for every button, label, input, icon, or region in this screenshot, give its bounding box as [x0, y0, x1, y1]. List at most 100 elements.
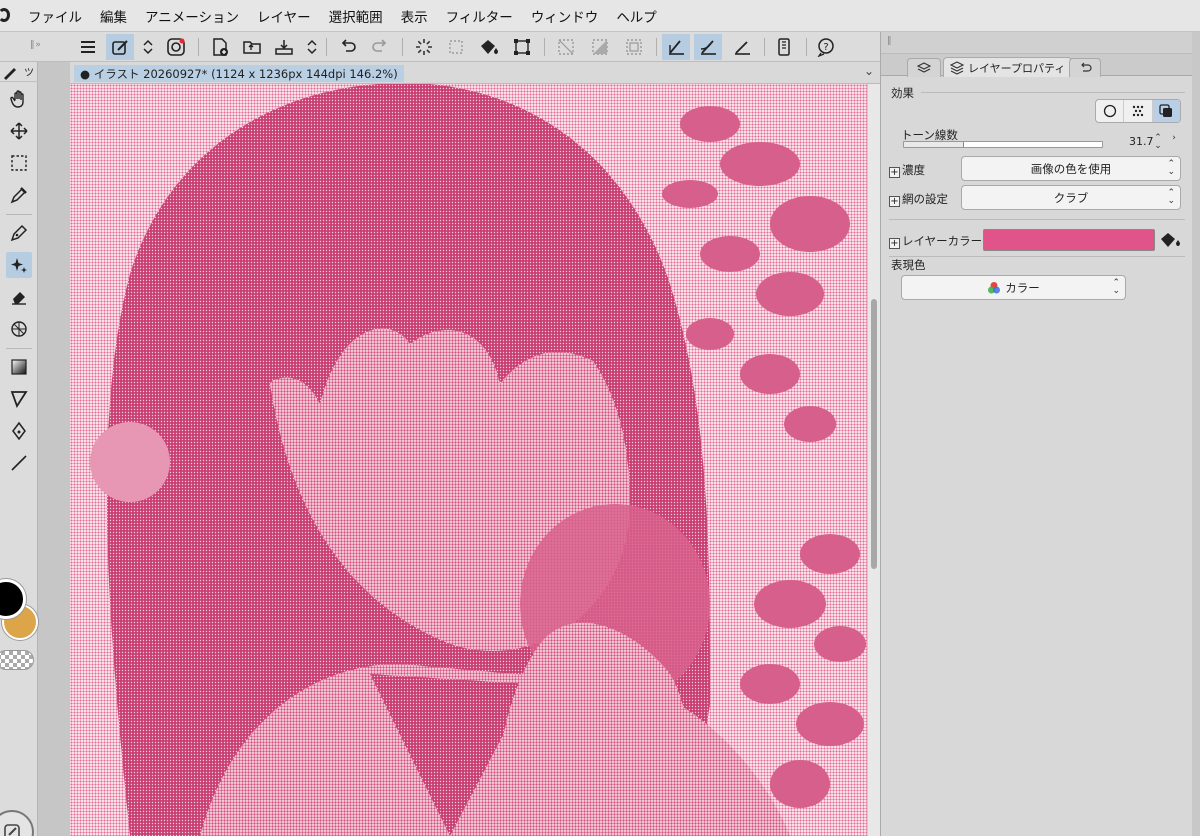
selection-border-icon[interactable] [620, 34, 648, 60]
grid-snap-icon[interactable] [728, 34, 756, 60]
tab-history[interactable] [1069, 58, 1101, 77]
panel-scrollbar[interactable] [1192, 32, 1200, 836]
screen-row: + 網の設定 [889, 191, 948, 207]
sparkle-decoration-icon[interactable] [6, 252, 32, 278]
crop-icon[interactable] [552, 34, 580, 60]
layer-color-icon [1159, 104, 1173, 117]
new-file-icon[interactable] [206, 34, 234, 60]
special-ruler-snap-icon[interactable] [694, 34, 722, 60]
grip-icon[interactable]: ‖ » [30, 40, 41, 50]
layer-color-toggle[interactable] [1152, 100, 1180, 122]
menu-window[interactable]: ウィンドウ [531, 6, 609, 26]
density-select[interactable]: 画像の色を使用 ⌃ ⌄ [961, 156, 1181, 181]
grip-icon[interactable]: ‖ [887, 36, 892, 46]
menu-file[interactable]: ファイル [28, 6, 92, 26]
eyedropper-icon[interactable] [6, 182, 32, 208]
chevron-updown-icon: ⌃ ⌄ [1167, 159, 1175, 177]
scroll-thumb[interactable] [871, 299, 877, 569]
document-tab-bar: ● イラスト 20260927* (1124 x 1236px 144dpi 1… [70, 62, 880, 84]
border-effect-toggle[interactable] [1096, 100, 1125, 122]
hand-icon[interactable] [6, 86, 32, 112]
halftone-icon [1132, 105, 1144, 117]
transform-selection-icon[interactable] [508, 34, 536, 60]
panel-tabs: レイヤープロパティ [881, 54, 1200, 77]
layers-icon [917, 62, 931, 73]
menu-layer[interactable]: レイヤー [257, 6, 321, 26]
density-value: 画像の色を使用 [1030, 161, 1112, 176]
chevron-right-icon[interactable]: › [1169, 134, 1179, 143]
clear-selection-icon[interactable] [442, 34, 470, 60]
screen-value: クラブ [1053, 190, 1089, 205]
menu-help[interactable]: ヘルプ [616, 6, 667, 26]
move-icon[interactable] [6, 118, 32, 144]
menu-icon[interactable] [74, 34, 102, 60]
quick-access-icon[interactable] [0, 810, 34, 836]
drawing-canvas[interactable] [70, 84, 867, 836]
layer-property-icon [950, 60, 964, 75]
menu-bar: ファイル 編集 アニメーション レイヤー 選択範囲 表示 フィルター ウィンドウ… [0, 0, 1200, 32]
chevron-down-icon[interactable]: ⌄ [864, 64, 874, 78]
tab-layer[interactable] [907, 58, 941, 77]
screen-expand-icon[interactable]: + [889, 196, 900, 207]
chevron-updown-icon: ⌃ ⌄ [1112, 278, 1120, 296]
document-title: イラスト 20260927* (1124 x 1236px 144dpi 146… [93, 67, 398, 81]
line-icon[interactable] [6, 450, 32, 476]
density-label: 濃度 [902, 163, 925, 177]
tone-lines-spinner[interactable]: ⌃ ⌄ [1153, 134, 1163, 151]
app-logo-icon [0, 8, 10, 22]
layer-color-expand-icon[interactable]: + [889, 238, 900, 249]
menu-filter[interactable]: フィルター [446, 6, 523, 26]
help-icon[interactable]: ? [812, 34, 840, 60]
blend-icon[interactable] [6, 316, 32, 342]
effect-toggle-group [1095, 99, 1181, 123]
tab-layer-property[interactable]: レイヤープロパティ [943, 57, 1073, 77]
undo-icon[interactable] [334, 34, 362, 60]
ruler-snap-icon[interactable] [662, 34, 690, 60]
marquee-select-icon[interactable] [6, 150, 32, 176]
tone-lines-value[interactable]: 31.7 [1129, 135, 1154, 148]
layer-property-panel: ‖ レイヤープロパティ 効果 トーン線数 31.7 ⌃ ⌄ › + 濃度 画像の色を… [880, 32, 1200, 836]
pen-tab-icon [4, 68, 16, 80]
expression-color-select[interactable]: カラー ⌃ ⌄ [901, 275, 1126, 300]
menu-selection[interactable]: 選択範囲 [329, 6, 393, 26]
chevron-updown-icon[interactable] [304, 34, 320, 60]
fill-bucket-icon[interactable] [474, 34, 502, 60]
command-bar: ‖ » ? [0, 32, 880, 62]
layer-color-swatch[interactable] [983, 229, 1155, 251]
transform-layer-icon[interactable] [106, 34, 134, 60]
eraser-icon[interactable] [6, 284, 32, 310]
density-expand-icon[interactable]: + [889, 167, 900, 178]
tool-palette-tab[interactable]: ツ [0, 62, 38, 82]
layer-color-label: レイヤーカラー [902, 234, 983, 248]
tone-effect-toggle[interactable] [1124, 100, 1153, 122]
transparent-color-swatch[interactable] [0, 650, 34, 670]
loading-spinner-icon[interactable] [410, 34, 438, 60]
redo-icon[interactable] [366, 34, 394, 60]
save-icon[interactable] [270, 34, 298, 60]
frame-border-icon[interactable] [6, 386, 32, 412]
tool-palette: ツ [0, 62, 38, 836]
fill-bucket-icon[interactable] [1159, 230, 1181, 250]
clip-studio-share-icon[interactable] [162, 34, 190, 60]
gradient-fill-icon[interactable] [586, 34, 614, 60]
tone-lines-slider[interactable] [903, 141, 1103, 148]
tool-property-column [38, 62, 70, 836]
tool-palette-tab-label: ツ [24, 68, 34, 79]
chevron-updown-icon[interactable] [140, 34, 156, 60]
vector-pen-icon[interactable] [6, 418, 32, 444]
svg-text:?: ? [823, 42, 828, 53]
menu-edit[interactable]: 編集 [100, 6, 137, 26]
history-icon [1081, 62, 1092, 72]
open-folder-icon[interactable] [238, 34, 266, 60]
menu-view[interactable]: 表示 [401, 6, 438, 26]
chevron-updown-icon: ⌃ ⌄ [1167, 188, 1175, 206]
halftone-illustration [90, 84, 866, 836]
pen-icon[interactable] [6, 220, 32, 246]
menu-animation[interactable]: アニメーション [145, 6, 249, 26]
smartphone-icon[interactable] [770, 34, 798, 60]
screen-select[interactable]: クラブ ⌃ ⌄ [961, 185, 1181, 210]
document-tab[interactable]: ● イラスト 20260927* (1124 x 1236px 144dpi 1… [74, 65, 404, 82]
effect-label: 効果 [891, 86, 914, 100]
canvas-vertical-scrollbar[interactable] [867, 84, 880, 836]
gradient-icon[interactable] [6, 354, 32, 380]
